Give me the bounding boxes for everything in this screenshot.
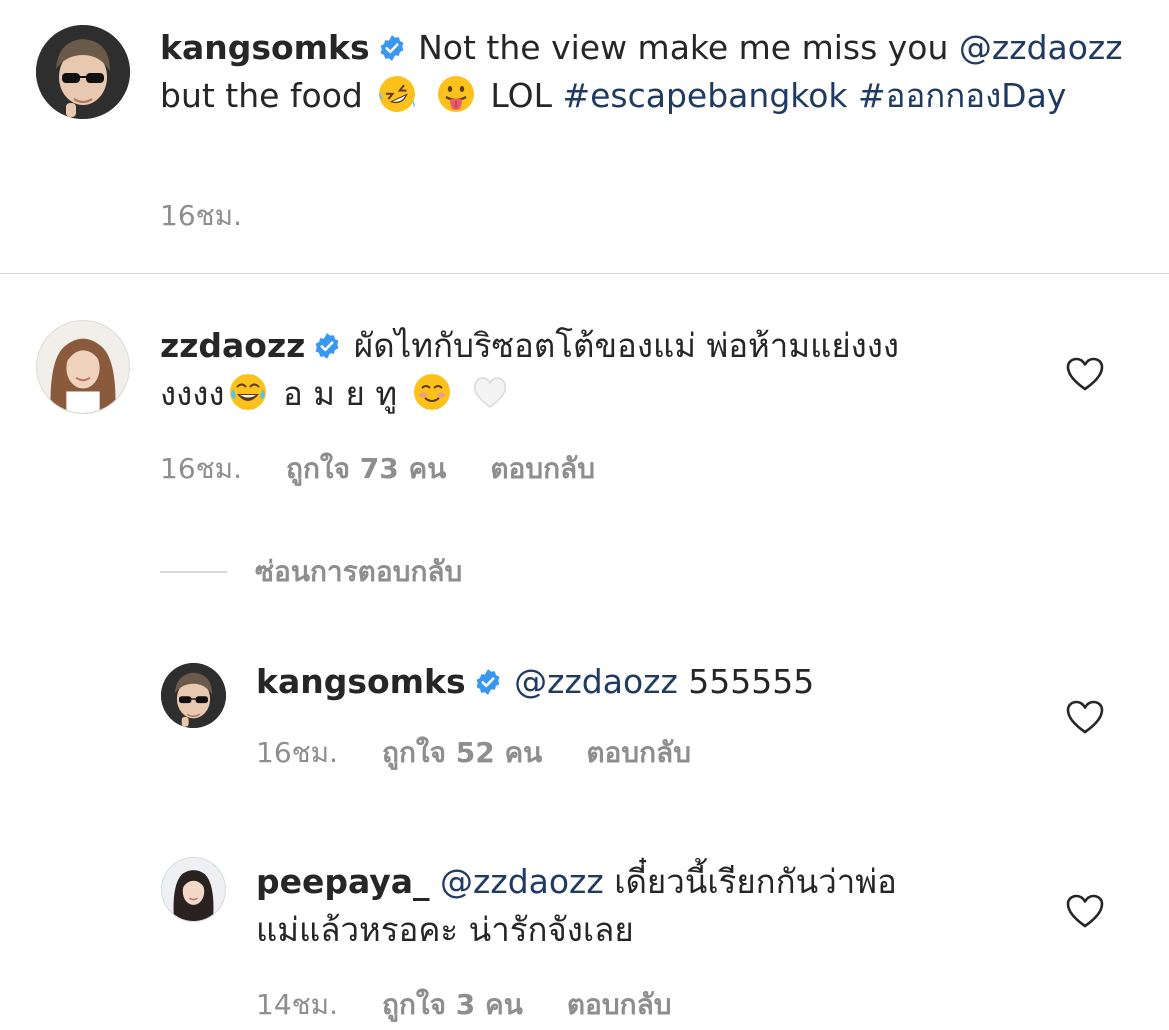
comment-reply-button[interactable]: ตอบกลับ (490, 447, 595, 491)
mention-link[interactable]: @zzdaozz (514, 662, 678, 701)
like-button[interactable] (1065, 356, 1105, 392)
comment-text: zzdaozz ผัดไทกับริซอตโต้ของแม่ พ่อห้ามแย… (160, 322, 1020, 418)
like-button[interactable] (1065, 893, 1105, 929)
hide-replies-line (160, 571, 227, 573)
comment-meta: 16ชม. ถูกใจ 73 คน ตอบกลับ (160, 447, 639, 491)
hashtag-escapebangkok[interactable]: #escapebangkok (562, 76, 847, 115)
tears-of-joy-emoji-icon (230, 374, 267, 410)
caption-text: kangsomks Not the view make me miss you … (160, 24, 1135, 120)
avatar-kangsomks[interactable] (36, 25, 130, 119)
verified-badge-icon (476, 669, 500, 695)
hashtag-ookkong-day[interactable]: #ออกกองDay (858, 76, 1066, 115)
rofl-emoji-icon (379, 76, 416, 112)
white-heart-emoji-icon (473, 377, 507, 408)
caption-text-part-1: Not the view make me miss you (418, 28, 949, 67)
reply-text: kangsomks @zzdaozz 555555 (256, 658, 1036, 706)
mention-link[interactable]: @zzdaozz (959, 28, 1123, 67)
avatar-peepaya[interactable] (161, 857, 226, 922)
reply-username[interactable]: peepaya_ (256, 862, 430, 901)
caption-timestamp[interactable]: 16ชม. (160, 194, 242, 238)
reply-body: 555555 (688, 662, 815, 701)
avatar-kangsomks-reply[interactable] (161, 663, 226, 728)
hide-replies-toggle[interactable]: ซ่อนการตอบกลับ (160, 552, 462, 592)
smiling-emoji-icon (413, 374, 450, 410)
reply-text: peepaya_ @zzdaozz เดี๋ยวนี้เรียกกันว่าพ่… (256, 858, 1036, 954)
caption-meta: 16ชม. (160, 194, 286, 238)
comment-text-part-3: อ ม ย ทู (282, 374, 398, 413)
reply-username[interactable]: kangsomks (256, 662, 466, 701)
heart-outline-icon (1066, 894, 1104, 928)
verified-badge-icon (315, 333, 339, 359)
tongue-emoji-icon (437, 76, 474, 112)
reply-reply-button[interactable]: ตอบกลับ (567, 983, 672, 1027)
caption-username[interactable]: kangsomks (160, 28, 370, 67)
reply-likes-count[interactable]: ถูกใจ 3 คน (382, 983, 523, 1027)
reply-likes-count[interactable]: ถูกใจ 52 คน (382, 731, 542, 775)
reply-body-part-2: แม่แล้วหรอคะ น่ารักจังเลย (256, 910, 634, 949)
reply-timestamp[interactable]: 14ชม. (256, 983, 338, 1027)
reply-reply-button[interactable]: ตอบกลับ (586, 731, 691, 775)
avatar-zzdaozz[interactable] (36, 320, 130, 414)
caption-text-part-2: but the food (160, 76, 363, 115)
comment-likes-count[interactable]: ถูกใจ 73 คน (286, 447, 446, 491)
mention-link[interactable]: @zzdaozz (440, 862, 604, 901)
caption-divider (0, 273, 1169, 274)
comment-text-part-2: งงงง (160, 374, 225, 413)
heart-outline-icon (1066, 357, 1104, 391)
reply-meta: 14ชม. ถูกใจ 3 คน ตอบกลับ (256, 983, 716, 1027)
heart-outline-icon (1066, 700, 1104, 734)
reply-timestamp[interactable]: 16ชม. (256, 731, 338, 775)
caption-text-part-3: LOL (490, 76, 552, 115)
comment-text-part-1: ผัดไทกับริซอตโต้ของแม่ พ่อห้ามแย่งงง (353, 326, 900, 365)
like-button[interactable] (1065, 699, 1105, 735)
comment-timestamp[interactable]: 16ชม. (160, 447, 242, 491)
hide-replies-label: ซ่อนการตอบกลับ (255, 555, 463, 588)
reply-meta: 16ชม. ถูกใจ 52 คน ตอบกลับ (256, 731, 735, 775)
reply-body-part-1: เดี๋ยวนี้เรียกกันว่าพ่อ (614, 862, 897, 901)
comment-username[interactable]: zzdaozz (160, 326, 305, 365)
verified-badge-icon (380, 35, 404, 61)
